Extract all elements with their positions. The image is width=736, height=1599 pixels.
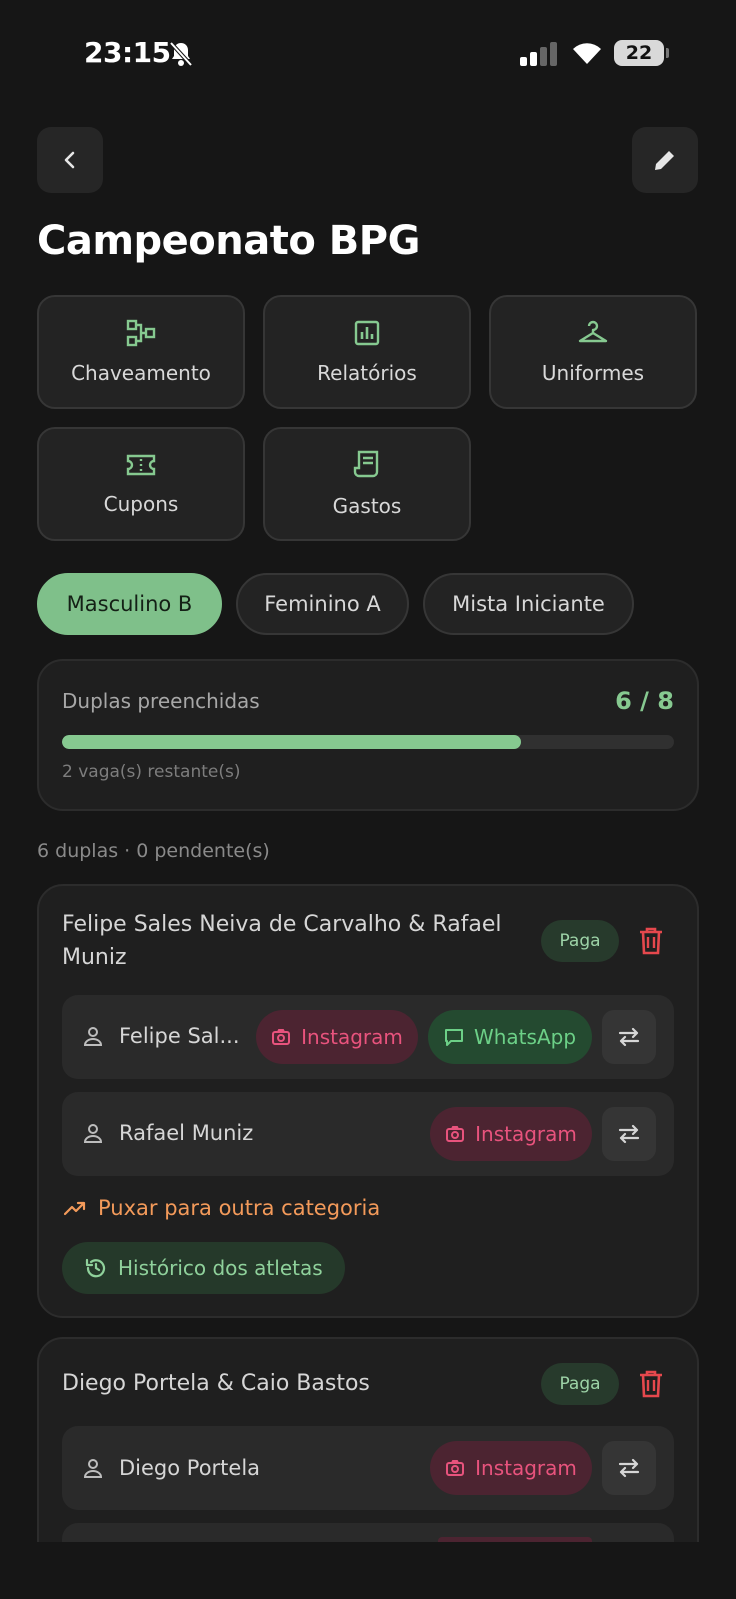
status-badge: Paga xyxy=(541,920,619,962)
tile-label: Chaveamento xyxy=(71,361,211,385)
status-badge: Paga xyxy=(541,1363,619,1405)
tile-cupons[interactable]: Cupons xyxy=(37,427,245,541)
progress-fill xyxy=(62,735,521,749)
remaining-slots: 2 vaga(s) restante(s) xyxy=(62,762,241,782)
battery-icon: 22 xyxy=(614,40,669,66)
instagram-button[interactable]: Instagram xyxy=(256,1010,418,1064)
swap-athlete-button[interactable] xyxy=(602,1010,656,1064)
ticket-icon xyxy=(126,454,156,476)
page-title: Campeonato BPG xyxy=(37,218,420,264)
category-chip-mista-iniciante[interactable]: Mista Iniciante xyxy=(423,573,634,635)
edit-button[interactable] xyxy=(632,127,698,193)
tile-label: Cupons xyxy=(103,492,179,516)
tile-chaveamento[interactable]: Chaveamento xyxy=(37,295,245,409)
tile-label: Gastos xyxy=(332,494,402,518)
chevron-left-icon xyxy=(64,151,75,169)
delete-button[interactable] xyxy=(637,1369,665,1403)
status-time: 23:15 xyxy=(84,36,171,69)
category-chip-masculino-b[interactable]: Masculino B xyxy=(37,573,222,635)
message-icon xyxy=(444,1029,463,1046)
tile-label: Uniformes xyxy=(541,361,645,385)
user-icon xyxy=(82,1025,104,1051)
swap-athlete-button[interactable] xyxy=(602,1441,656,1495)
athlete-history-button[interactable]: Histórico dos atletas xyxy=(62,1242,345,1294)
instagram-label: Instagram xyxy=(475,1122,577,1146)
athlete-history-label: Histórico dos atletas xyxy=(118,1256,323,1280)
camera-icon xyxy=(272,1029,291,1045)
swap-icon xyxy=(618,1027,640,1047)
user-icon xyxy=(82,1457,104,1483)
history-icon xyxy=(85,1258,106,1278)
pair-title: Felipe Sales Neiva de Carvalho & Rafael … xyxy=(62,912,502,970)
move-category-link[interactable]: Puxar para outra categoria xyxy=(64,1196,380,1220)
bell-off-icon xyxy=(168,40,194,72)
instagram-button[interactable]: Instagram xyxy=(430,1107,592,1161)
bracket-icon xyxy=(126,319,156,347)
camera-icon xyxy=(446,1460,465,1476)
move-category-label: Puxar para outra categoria xyxy=(98,1196,381,1220)
chart-icon xyxy=(354,320,380,346)
whatsapp-button[interactable]: WhatsApp xyxy=(428,1010,592,1064)
bottom-edge xyxy=(0,1542,736,1599)
swap-icon xyxy=(618,1124,640,1144)
athlete-name: Rafael Muniz xyxy=(119,1121,254,1145)
user-icon xyxy=(82,1122,104,1148)
signal-icon xyxy=(520,42,557,66)
camera-icon xyxy=(446,1126,465,1142)
instagram-label: Instagram xyxy=(475,1456,577,1480)
pair-title: Diego Portela & Caio Bastos xyxy=(62,1371,370,1396)
trending-up-icon xyxy=(64,1201,86,1216)
whatsapp-label: WhatsApp xyxy=(473,1025,577,1049)
swap-icon xyxy=(618,1458,640,1478)
receipt-icon xyxy=(353,450,379,478)
athlete-name: Felipe Sal... xyxy=(119,1024,240,1048)
instagram-button[interactable]: Instagram xyxy=(430,1441,592,1495)
category-chip-feminino-a[interactable]: Feminino A xyxy=(236,573,409,635)
tile-relatorios[interactable]: Relatórios xyxy=(263,295,471,409)
list-meta: 6 duplas · 0 pendente(s) xyxy=(37,840,270,862)
athlete-name: Diego Portela xyxy=(119,1456,261,1480)
instagram-label: Instagram xyxy=(301,1025,403,1049)
wifi-icon xyxy=(570,40,604,70)
tile-gastos[interactable]: Gastos xyxy=(263,427,471,541)
tile-uniformes[interactable]: Uniformes xyxy=(489,295,697,409)
delete-button[interactable] xyxy=(637,926,665,960)
summary-count: 6 / 8 xyxy=(615,687,674,715)
hanger-icon xyxy=(578,320,608,343)
progress-bar xyxy=(62,735,674,749)
back-button[interactable] xyxy=(37,127,103,193)
trash-icon xyxy=(640,1370,662,1398)
trash-icon xyxy=(640,927,662,955)
tile-label: Relatórios xyxy=(317,361,417,385)
swap-athlete-button[interactable] xyxy=(602,1107,656,1161)
summary-label: Duplas preenchidas xyxy=(62,689,260,713)
pencil-icon xyxy=(655,148,677,170)
